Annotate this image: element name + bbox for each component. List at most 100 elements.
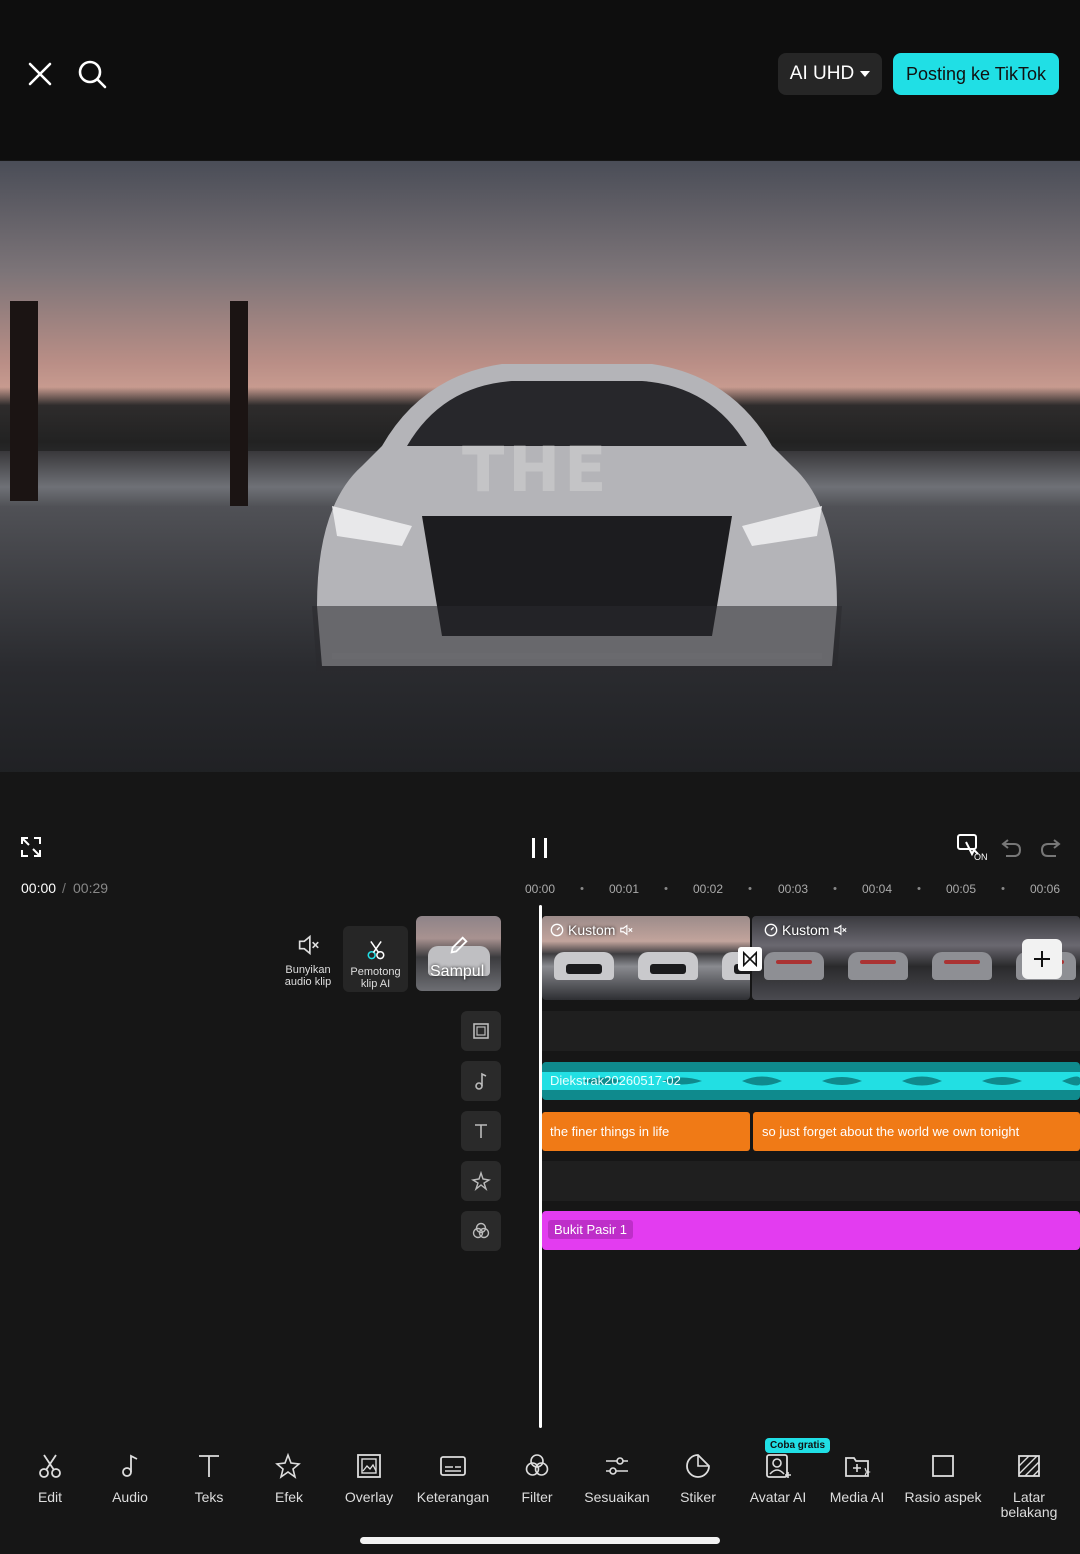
filter-icon xyxy=(525,1454,549,1476)
edit-pencil-icon xyxy=(450,936,468,954)
redo-icon[interactable] xyxy=(1040,836,1062,858)
tool-filter[interactable]: Filter xyxy=(494,1452,580,1505)
tool-label: Efek xyxy=(274,1489,303,1505)
text-track-button[interactable] xyxy=(461,1111,501,1151)
video-preview[interactable]: THE xyxy=(0,161,1080,772)
aspect-ratio-icon xyxy=(932,1455,954,1477)
filter-clip-name: Bukit Pasir 1 xyxy=(548,1220,633,1239)
svg-text:ON: ON xyxy=(974,852,988,862)
tool-background[interactable]: Latar belakang xyxy=(986,1452,1072,1520)
ruler-dot xyxy=(833,887,837,890)
tool-text[interactable]: Teks xyxy=(166,1452,252,1505)
tool-label: Stiker xyxy=(680,1489,716,1505)
music-note-icon xyxy=(122,1454,138,1477)
tool-label: Overlay xyxy=(344,1489,394,1505)
close-icon[interactable] xyxy=(22,56,58,92)
ruler-dot xyxy=(1001,887,1005,890)
preview-pole xyxy=(230,301,248,506)
ruler-tick: 00:00 xyxy=(524,882,556,896)
ruler-dot xyxy=(580,887,584,890)
tool-overlay[interactable]: Overlay xyxy=(326,1452,412,1505)
tool-label: Avatar AI xyxy=(749,1489,807,1505)
clip-thumbnail xyxy=(626,916,710,1000)
pause-icon[interactable] xyxy=(529,836,551,860)
undo-icon[interactable] xyxy=(1000,836,1022,858)
speed-gauge-icon xyxy=(550,923,564,937)
home-indicator[interactable] xyxy=(360,1537,720,1544)
ai-clip-cutter-button[interactable]: Pemotong klip AI xyxy=(343,926,408,992)
speaker-mute-icon xyxy=(298,934,319,956)
post-to-tiktok-button[interactable]: Posting ke TikTok xyxy=(893,53,1059,95)
tool-label: Filter xyxy=(521,1489,553,1505)
playback-controls: ON xyxy=(0,772,1080,872)
tool-edit[interactable]: Edit xyxy=(7,1452,93,1505)
effects-lane[interactable] xyxy=(542,1161,1080,1201)
muted-icon xyxy=(834,924,847,936)
tool-label: Rasio aspek xyxy=(904,1489,982,1505)
effects-track-button[interactable] xyxy=(461,1161,501,1201)
text-clip-2[interactable]: so just forget about the world we own to… xyxy=(753,1112,1080,1151)
sticker-icon xyxy=(686,1454,710,1478)
time-ruler: 00:00 / 00:29 00:00 00:01 00:02 00:03 00… xyxy=(0,872,1080,904)
scissors-icon xyxy=(39,1454,61,1478)
captions-icon xyxy=(440,1456,466,1476)
tool-aspect-ratio[interactable]: Rasio aspek xyxy=(900,1452,986,1505)
tool-ai-media[interactable]: Media AI xyxy=(814,1452,900,1505)
total-time: 00:29 xyxy=(73,880,109,896)
try-free-badge: Coba gratis xyxy=(765,1438,831,1453)
background-icon xyxy=(1018,1455,1040,1477)
filter-track-button[interactable] xyxy=(461,1211,501,1251)
tool-ai-avatar[interactable]: Avatar AI xyxy=(735,1452,821,1505)
fullscreen-icon[interactable] xyxy=(19,835,43,859)
tool-audio[interactable]: Audio xyxy=(87,1452,173,1505)
cover-button[interactable]: Sampul xyxy=(416,916,501,991)
preview-car-image xyxy=(312,364,842,671)
search-icon[interactable] xyxy=(74,56,110,92)
filter-icon xyxy=(472,1222,490,1239)
unmute-clip-audio-button[interactable]: Bunyikan audio klip xyxy=(280,932,336,988)
preview-toggle-icon[interactable]: ON xyxy=(956,832,988,862)
tool-captions[interactable]: Keterangan xyxy=(410,1452,496,1505)
overlay-lane[interactable] xyxy=(542,1011,1080,1051)
ruler-dot xyxy=(664,887,668,890)
top-bar: AI UHD Posting ke TikTok xyxy=(0,0,1080,160)
ai-media-icon xyxy=(845,1457,871,1477)
time-separator: / xyxy=(62,880,66,896)
audio-clip-name: Diekstrak20260517-02 xyxy=(550,1073,681,1088)
tool-stickers[interactable]: Stiker xyxy=(655,1452,741,1505)
clip-tag-label: Kustom xyxy=(782,922,830,938)
text-clip-1[interactable]: the finer things in life xyxy=(542,1112,750,1151)
video-clip-1[interactable]: Kustom xyxy=(542,916,750,1000)
add-clip-button[interactable] xyxy=(1022,939,1062,979)
filter-clip[interactable]: Bukit Pasir 1 xyxy=(542,1211,1080,1250)
overlay-icon xyxy=(473,1023,489,1039)
ruler-tick: 00:05 xyxy=(945,882,977,896)
tool-adjust[interactable]: Sesuaikan xyxy=(574,1452,660,1505)
unmute-label: Bunyikan audio klip xyxy=(284,964,332,988)
playhead[interactable] xyxy=(539,905,542,1428)
ruler-tick: 00:03 xyxy=(777,882,809,896)
tool-label: Keterangan xyxy=(416,1489,490,1505)
ruler-dot xyxy=(748,887,752,890)
ruler-tick: 00:01 xyxy=(608,882,640,896)
tool-label: Audio xyxy=(112,1489,148,1505)
export-quality-dropdown[interactable]: AI UHD xyxy=(778,53,882,95)
cover-label: Sampul xyxy=(430,963,485,980)
ruler-tick: 00:04 xyxy=(861,882,893,896)
effects-star-icon xyxy=(471,1171,491,1191)
overlay-text: THE xyxy=(462,433,611,506)
ai-scissors-icon xyxy=(367,940,384,960)
ruler-dot xyxy=(917,887,921,890)
music-note-icon xyxy=(475,1072,487,1090)
overlay-track-button[interactable] xyxy=(461,1011,501,1051)
ruler-tick: 00:02 xyxy=(692,882,724,896)
transition-button[interactable] xyxy=(738,947,762,971)
tool-label: Sesuaikan xyxy=(584,1489,650,1505)
audio-track-button[interactable] xyxy=(461,1061,501,1101)
tool-effects[interactable]: Efek xyxy=(246,1452,332,1505)
ai-avatar-icon xyxy=(766,1454,791,1478)
quality-label: AI UHD xyxy=(789,63,855,84)
audio-clip[interactable]: Diekstrak20260517-02 xyxy=(542,1062,1080,1100)
speed-gauge-icon xyxy=(764,923,778,937)
muted-icon xyxy=(620,924,633,936)
